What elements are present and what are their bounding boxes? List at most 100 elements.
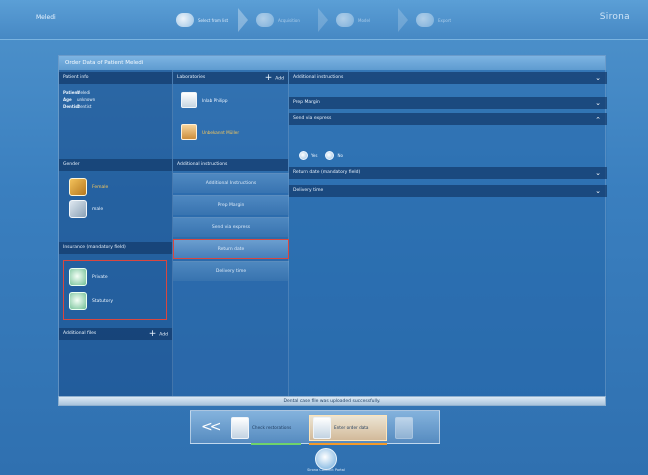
back-button[interactable]: << [201,420,222,434]
laboratory-label: Unbekannt Müller [202,129,240,135]
patient-row: PatientMeledi [63,90,90,95]
section-label: Prep Margin [293,100,320,105]
radio-label: Yes [311,153,318,158]
additional-instructions-menu-header: Additional instructions [173,159,288,171]
chevron-down-icon: ⌄ [595,74,601,82]
menu-additional-instructions[interactable]: Additional Instructions [173,173,289,193]
tooth-scan-icon [176,13,194,27]
laboratory-icon [181,124,197,140]
step-progress-complete [251,443,301,445]
workflow-step-export[interactable]: Export [408,8,488,32]
menu-delivery-time[interactable]: Delivery time [173,261,289,281]
age-row: Age unknown [63,97,95,102]
chevron-right-icon [318,8,328,32]
plus-icon: + [264,73,273,83]
nav-step-next[interactable] [395,415,425,441]
laboratories-title: Laboratories [177,75,206,80]
nav-step-check-restorations[interactable]: Check restorations [231,415,303,441]
nav-step-label: Check restorations [252,425,292,430]
add-laboratory-button[interactable]: + Add [265,72,284,86]
chevron-down-icon: ⌄ [595,187,601,195]
age-value: unknown [77,97,96,102]
laboratory-item[interactable]: Inlab Philipp [181,92,228,108]
enter-order-data-icon [313,417,331,439]
express-yes-radio[interactable] [299,151,308,160]
private-insurance-icon [69,268,87,286]
top-bar: Meledi Select from list Acquisition Mode… [0,0,648,40]
laboratories-header: Laboratories + Add [173,72,288,84]
order-data-panel: Order Data of Patient Meledi Patient inf… [58,55,607,400]
dentist-row: DentistDentist [63,104,91,109]
insurance-option-statutory[interactable]: Statutory [69,292,113,310]
female-icon [69,178,87,196]
section-label: Delivery time [293,188,324,193]
male-icon [69,200,87,218]
laboratory-label: Inlab Philipp [202,97,228,103]
patient-column: Patient info PatientMeledi Age unknown De… [59,70,173,399]
section-additional-instructions[interactable]: Additional instructions ⌄ [289,72,607,84]
export-icon [416,13,434,27]
additional-files-title: Additional files [63,331,97,336]
brand-logo: Sirona [599,12,630,22]
connect-portal-icon[interactable] [315,448,337,470]
chevron-down-icon: ⌄ [595,99,601,107]
section-label: Send via express [293,116,332,121]
model-icon [336,13,354,27]
chevron-down-icon: ⌄ [595,169,601,177]
section-delivery-time[interactable]: Delivery time ⌄ [289,185,607,197]
insurance-option-private[interactable]: Private [69,268,108,286]
laboratory-icon [181,92,197,108]
chevron-right-icon [238,8,248,32]
dentist-key: Dentist [63,104,80,109]
next-step-icon [395,417,413,439]
scan-icon [256,13,274,27]
express-no-radio[interactable] [325,151,335,160]
panel-title: Order Data of Patient Meledi [59,56,605,70]
laboratory-item[interactable]: Unbekannt Müller [181,124,239,140]
dentist-value: Dentist [77,104,92,109]
insurance-option-label: Statutory [92,298,114,304]
chevron-right-icon [398,8,408,32]
details-column: Additional instructions ⌄ Prep Margin ⌄ … [289,70,607,399]
workflow-step-label: Select from list [198,17,229,23]
gender-option-label: Female [92,184,109,190]
add-file-label: Add [159,332,168,338]
workflow-step-label: Model [358,17,371,23]
add-file-button[interactable]: + Add [149,328,168,342]
section-send-via-express[interactable]: Send via express ⌃ [289,113,607,125]
nav-step-label: Enter order data [334,425,369,430]
patient-info-header: Patient info [59,72,172,84]
gender-option-male[interactable]: male [69,200,103,218]
bottom-navigation: << Check restorations Enter order data [190,410,440,445]
check-restorations-icon [231,417,249,439]
add-laboratory-label: Add [275,76,284,82]
menu-return-date[interactable]: Return date [173,239,289,259]
age-key: Age [63,97,72,102]
connect-portal-label: Sirona Connect Portal [307,468,345,472]
statutory-insurance-icon [69,292,87,310]
step-progress-current [309,443,387,445]
section-return-date[interactable]: Return date (mandatory field) ⌄ [289,167,607,179]
plus-icon: + [148,329,157,339]
menu-prep-margin[interactable]: Prep Margin [173,195,289,215]
section-prep-margin[interactable]: Prep Margin ⌄ [289,97,607,109]
menu-send-via-express[interactable]: Send via express [173,217,289,237]
nav-step-enter-order-data[interactable]: Enter order data [309,415,387,441]
status-bar: Dental case file was uploaded successful… [58,396,606,406]
workflow-step-label: Export [438,17,452,23]
laboratory-column: Laboratories + Add Inlab Philipp Unbekann… [173,70,289,399]
section-label: Return date (mandatory field) [293,170,361,175]
workflow-step-model[interactable]: Model [328,8,408,32]
additional-files-header: Additional files + Add [59,328,172,340]
patient-key: Patient [63,90,80,95]
gender-option-female[interactable]: Female [69,178,108,196]
section-label: Additional instructions [293,75,344,80]
gender-header: Gender [59,159,172,171]
workflow-step-select[interactable]: Select from list [168,8,248,32]
workflow-step-label: Acquisition [278,17,300,23]
chevron-up-icon: ⌃ [595,116,601,124]
workflow-step-acquisition[interactable]: Acquisition [248,8,328,32]
express-radio-group: Yes No [299,151,351,160]
radio-label: No [337,153,343,158]
patient-value: Meledi [77,90,91,95]
